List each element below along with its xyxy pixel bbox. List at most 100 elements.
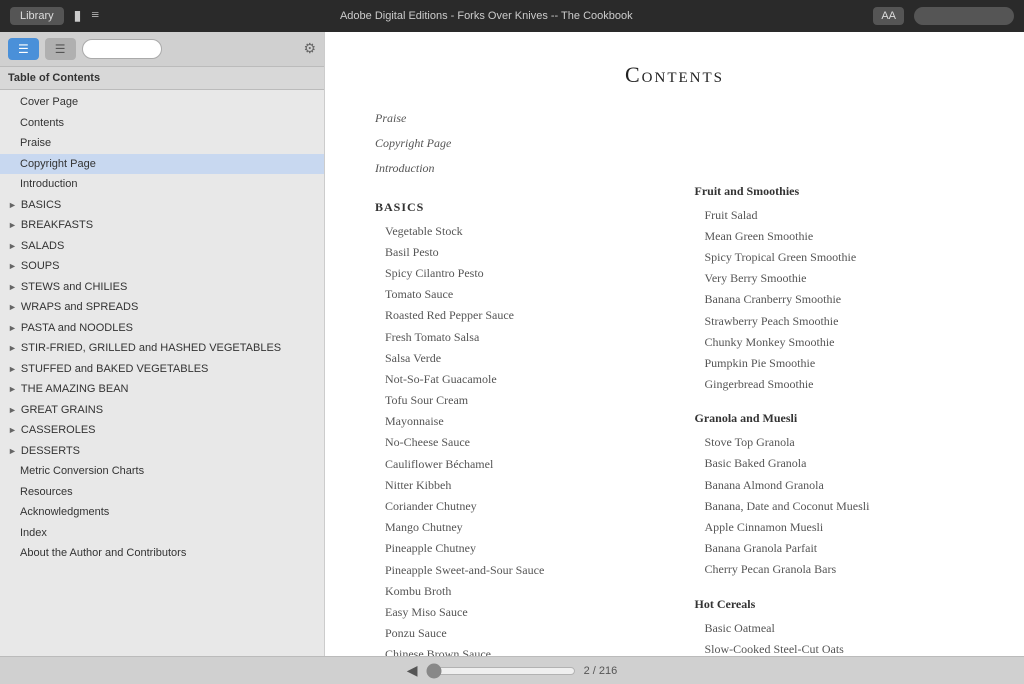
sidebar: ☰ ☰ ⚙ Table of Contents Cover PageConten… <box>0 32 325 656</box>
toc-entry[interactable]: Roasted Red Pepper Sauce <box>375 305 655 326</box>
front-matter-link[interactable]: Introduction <box>375 158 974 179</box>
toc-entry[interactable]: Spicy Cilantro Pesto <box>375 263 655 284</box>
arrow-icon: ► <box>8 363 17 377</box>
arrow-icon: ► <box>8 260 17 274</box>
toc-item[interactable]: ►PASTA and NOODLES <box>0 318 324 339</box>
toc-entry[interactable]: Basil Pesto <box>375 242 655 263</box>
toc-entry[interactable]: Fruit Salad <box>695 205 975 226</box>
toc-item[interactable]: Acknowledgments <box>0 502 324 523</box>
toc-entry[interactable]: Apple Cinnamon Muesli <box>695 517 975 538</box>
font-button[interactable]: AA <box>873 7 904 25</box>
toc-item[interactable]: Contents <box>0 113 324 134</box>
toc-item[interactable]: Praise <box>0 133 324 154</box>
toc-entry[interactable]: Tofu Sour Cream <box>375 390 655 411</box>
page-title: Contents <box>375 62 974 88</box>
front-matter-section: Praise Copyright Page Introduction <box>375 108 974 180</box>
toc-item[interactable]: ►THE AMAZING BEAN <box>0 379 324 400</box>
bottom-bar: ◀ 2 / 216 <box>0 656 1024 684</box>
window-title: Adobe Digital Editions - Forks Over Kniv… <box>109 10 863 22</box>
page-slider[interactable] <box>426 663 576 679</box>
toc-item[interactable]: ►CASSEROLES <box>0 420 324 441</box>
toc-entry[interactable]: Salsa Verde <box>375 348 655 369</box>
search-input[interactable] <box>914 7 1014 25</box>
toc-entry[interactable]: Fresh Tomato Salsa <box>375 327 655 348</box>
toc-entry[interactable]: Nitter Kibbeh <box>375 475 655 496</box>
toc-item[interactable]: Metric Conversion Charts <box>0 461 324 482</box>
toc-entry[interactable]: Basic Baked Granola <box>695 453 975 474</box>
toc-item[interactable]: ►BASICS <box>0 195 324 216</box>
toc-entry[interactable]: Banana Cranberry Smoothie <box>695 289 975 310</box>
toc-entry[interactable]: Kombu Broth <box>375 581 655 602</box>
top-bar: Library ▮ ≡ Adobe Digital Editions - For… <box>0 0 1024 32</box>
bookmark-icon[interactable]: ▮ <box>74 8 82 25</box>
right-section-header: Fruit and Smoothies <box>695 184 975 199</box>
toc-entry[interactable]: Gingerbread Smoothie <box>695 374 975 395</box>
prev-page-button[interactable]: ◀ <box>407 662 418 679</box>
toc-entry[interactable]: Mean Green Smoothie <box>695 226 975 247</box>
toc-entry[interactable]: Banana Almond Granola <box>695 475 975 496</box>
toc-entry[interactable]: Not-So-Fat Guacamole <box>375 369 655 390</box>
toc-item[interactable]: ►SALADS <box>0 236 324 257</box>
toc-entry[interactable]: Pineapple Sweet-and-Sour Sauce <box>375 560 655 581</box>
toc-entry[interactable]: No-Cheese Sauce <box>375 432 655 453</box>
toc-entry[interactable]: Basic Oatmeal <box>695 618 975 639</box>
sidebar-search-input[interactable] <box>82 39 162 59</box>
right-section-header: Hot Cereals <box>695 597 975 612</box>
toc-entry[interactable]: Slow-Cooked Steel-Cut Oats <box>695 639 975 656</box>
arrow-icon: ► <box>8 342 17 356</box>
toc-entry[interactable]: Mayonnaise <box>375 411 655 432</box>
toc-item[interactable]: ►BREAKFASTS <box>0 215 324 236</box>
toc-item[interactable]: ►DESSERTS <box>0 441 324 462</box>
arrow-icon: ► <box>8 199 17 213</box>
toc-item[interactable]: ►STIR-FRIED, GRILLED and HASHED VEGETABL… <box>0 338 324 359</box>
content-area: Contents Praise Copyright Page Introductio… <box>325 32 1024 656</box>
front-matter-link[interactable]: Copyright Page <box>375 133 974 154</box>
arrow-icon: ► <box>8 404 17 418</box>
toc-entry[interactable]: Tomato Sauce <box>375 284 655 305</box>
toc-item[interactable]: ►WRAPS and SPREADS <box>0 297 324 318</box>
toc-item[interactable]: Index <box>0 523 324 544</box>
sidebar-toolbar: ☰ ☰ ⚙ <box>0 32 324 67</box>
section-header: BASICS <box>375 200 655 215</box>
toc-entry[interactable]: Banana Granola Parfait <box>695 538 975 559</box>
toc-entry[interactable]: Pumpkin Pie Smoothie <box>695 353 975 374</box>
toc-item[interactable]: ►GREAT GRAINS <box>0 400 324 421</box>
toc-view-button[interactable]: ☰ <box>8 38 39 60</box>
grid-icon[interactable]: ≡ <box>91 8 99 24</box>
toc-item[interactable]: Cover Page <box>0 92 324 113</box>
arrow-icon: ► <box>8 322 17 336</box>
library-button[interactable]: Library <box>10 7 64 25</box>
toc-entry[interactable]: Cherry Pecan Granola Bars <box>695 559 975 580</box>
toc-entry[interactable]: Mango Chutney <box>375 517 655 538</box>
left-column: BASICS Vegetable StockBasil PestoSpicy Ci… <box>375 184 675 656</box>
front-matter-link[interactable]: Praise <box>375 108 974 129</box>
toc-entry[interactable]: Chinese Brown Sauce <box>375 644 655 656</box>
toc-item[interactable]: About the Author and Contributors <box>0 543 324 564</box>
settings-icon[interactable]: ⚙ <box>303 41 316 58</box>
toc-entry[interactable]: Strawberry Peach Smoothie <box>695 311 975 332</box>
toc-entry[interactable]: Chunky Monkey Smoothie <box>695 332 975 353</box>
arrow-icon: ► <box>8 240 17 254</box>
toc-item[interactable]: ►STEWS and CHILIES <box>0 277 324 298</box>
toc-entry[interactable]: Easy Miso Sauce <box>375 602 655 623</box>
arrow-icon: ► <box>8 424 17 438</box>
toc-item[interactable]: ►SOUPS <box>0 256 324 277</box>
toc-item[interactable]: Resources <box>0 482 324 503</box>
list-view-button[interactable]: ☰ <box>45 38 76 60</box>
toc-entry[interactable]: Coriander Chutney <box>375 496 655 517</box>
toc-entry[interactable]: Pineapple Chutney <box>375 538 655 559</box>
toc-entry[interactable]: Ponzu Sauce <box>375 623 655 644</box>
toc-item[interactable]: Copyright Page <box>0 154 324 175</box>
right-section-header: Granola and Muesli <box>695 411 975 426</box>
main-area: ☰ ☰ ⚙ Table of Contents Cover PageConten… <box>0 32 1024 656</box>
toc-item[interactable]: Introduction <box>0 174 324 195</box>
toc-entry[interactable]: Very Berry Smoothie <box>695 268 975 289</box>
toc-entry[interactable]: Banana, Date and Coconut Muesli <box>695 496 975 517</box>
toc-entry[interactable]: Vegetable Stock <box>375 221 655 242</box>
toc-entry[interactable]: Cauliflower Béchamel <box>375 454 655 475</box>
toc-entry[interactable]: Stove Top Granola <box>695 432 975 453</box>
toc-entry[interactable]: Spicy Tropical Green Smoothie <box>695 247 975 268</box>
toc-item[interactable]: ►STUFFED and BAKED VEGETABLES <box>0 359 324 380</box>
two-column-layout: BASICS Vegetable StockBasil PestoSpicy Ci… <box>375 184 974 656</box>
arrow-icon: ► <box>8 383 17 397</box>
